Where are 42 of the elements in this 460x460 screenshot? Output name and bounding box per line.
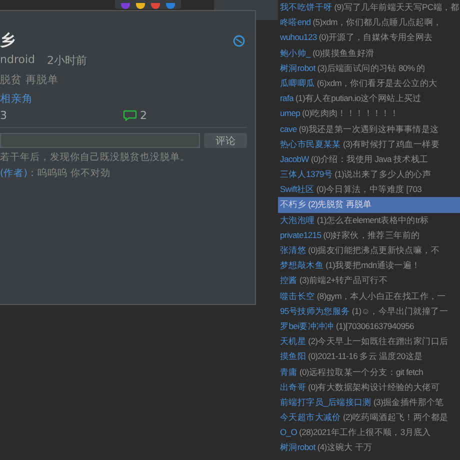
feed-item[interactable]: 鲍小帅_ (0)摸摸鱼鱼好滑	[278, 46, 460, 61]
post-content: 脱贫 再脱单	[0, 73, 60, 87]
post-author: 乡	[0, 31, 15, 50]
feed-item[interactable]: 青庸 (0)远程拉取某一个分支：git fetch	[278, 364, 460, 380]
feed-item[interactable]: O_O (28)2021年工作上很不顺，3月底入	[278, 425, 460, 440]
feed-item[interactable]: rafa (1)有人在putian.io这个网站上买过	[278, 91, 460, 106]
feed-item[interactable]: 热心市民夏某某 (3)有时候打了鸡血一样要	[278, 136, 460, 152]
feed-item[interactable]: Swift社区 (0)今日算法，中等难度 [703	[278, 182, 460, 198]
feed-item[interactable]: 咚嗒end (5)xdm，你们都几点睡几点起啊，	[278, 15, 460, 30]
feed-item[interactable]: 摸鱼阳 (0)2021-11-16 多云 温度20这是	[278, 349, 460, 364]
post-device: ndroid	[0, 53, 36, 68]
comment-text: (作者)：呜呜呜 你不对劲	[0, 167, 112, 180]
feed-item[interactable]: 张清悠 (0)掘友们能把沸点更新快点嘛，不	[278, 243, 460, 258]
feed-item[interactable]: 瓜唧唧瓜 (6)xdm，你们看牙是去公立的大	[278, 76, 460, 92]
feed-item[interactable]: 噬击长空 (8)gym，本人小白正在找工作，一	[278, 288, 460, 304]
comment-text: 若干年后，发现你自己既没脱贫也没脱单。	[0, 151, 191, 164]
feed-item[interactable]: cave (9)我还是第一次遇到这种事事情是这	[278, 122, 460, 137]
comment-count: 2	[140, 109, 147, 122]
feed-item[interactable]: 罗bei要冲冲冲 (1)[703061637940956	[278, 318, 460, 334]
feed-item[interactable]: 控酱 (3)前端2+转产品可行不	[278, 273, 460, 289]
feed-item[interactable]: private1215 (0)好家伙，推荐三年前的	[278, 228, 460, 243]
like-count: 3	[0, 109, 7, 122]
feed-item[interactable]: JacobW (0)介绍：我使用 Java 技术栈工	[278, 152, 460, 168]
feed-item[interactable]: 三体人1379号 (1)说出来了多少人的心声	[278, 167, 460, 182]
feed-item[interactable]: 梦想敲木鱼 (1)我要把mdn通读一遍！	[278, 258, 460, 274]
feed-item[interactable]: 95号技师为您服务 (1)☺，今早出门就撞了一	[278, 304, 460, 319]
feed-item[interactable]: umep (0)吃肉肉！！！！！！！	[278, 106, 460, 122]
feed-item[interactable]: 前端打字员_后端接口测 (3)掘金插件那个笔	[278, 394, 460, 410]
post-time: 2小时前	[47, 53, 88, 68]
feed-item[interactable]: 树洞robot (3)后端面试问的习钻 80% 的	[278, 60, 460, 76]
topic-link[interactable]: 相亲角	[0, 92, 247, 106]
feed-item[interactable]: 不朽乡 (2)先脱贫 再脱单	[278, 197, 460, 213]
comment-icon[interactable]	[123, 110, 137, 121]
feed-item[interactable]: 树洞robot (4)这碗大 干万	[278, 440, 460, 456]
comment-button[interactable]: 评论	[204, 133, 247, 148]
feed-item[interactable]: 今天超市大减价 (2)吃药喝酒起飞！两个都是	[278, 410, 460, 426]
feed-item[interactable]: 出奇哥 (0)有大数据架构设计经验的大佬可	[278, 380, 460, 395]
feed-item[interactable]: wuhou123 (0)开源了，自媒体专用全网去	[278, 30, 460, 46]
comment-input[interactable]	[0, 133, 200, 148]
feed-item[interactable]: 大泡泡哩 (1)怎么在element表格中的tr标	[278, 212, 460, 228]
feed-item[interactable]: 天机星 (2)今天早上一如既往在蹭出家门口后	[278, 334, 460, 350]
feed-item[interactable]: 我不吃饼干呀 (9)写了几年前端天天写PC端，都	[278, 0, 460, 16]
